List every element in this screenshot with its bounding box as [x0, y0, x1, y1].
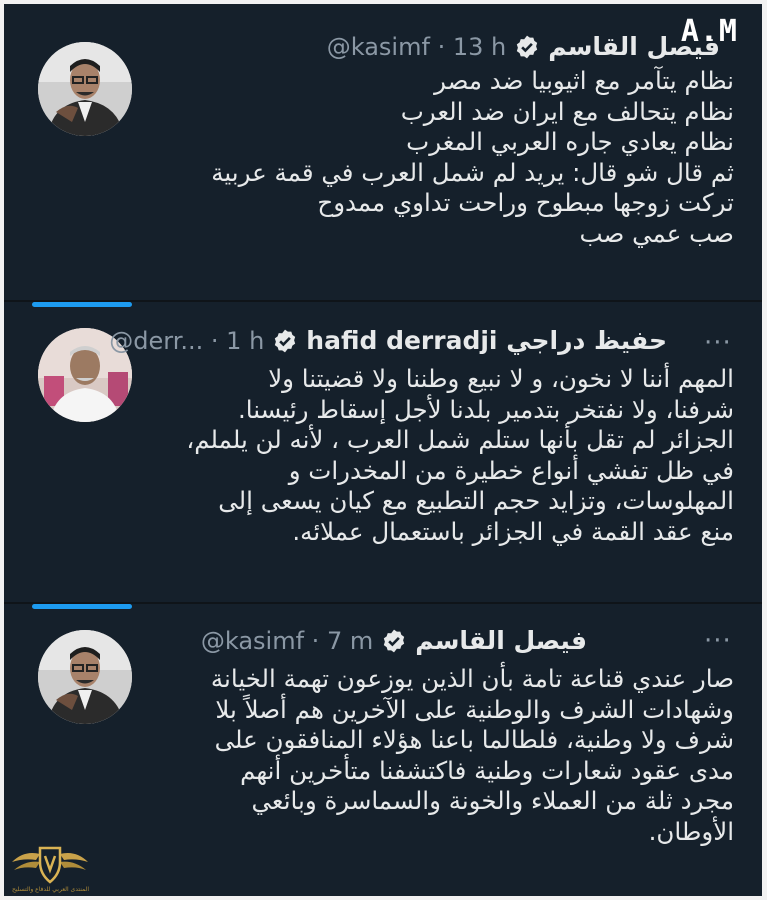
timestamp: 1 h: [226, 326, 265, 355]
timestamp: 7 m: [326, 626, 374, 655]
timeline[interactable]: @kasimf · 13 h فيصل القاسم A.M نظام يتآم…: [4, 4, 762, 896]
tweet-header: @kasimf · 7 m فيصل القاسم: [201, 626, 587, 655]
tweet-header: @derr... · 1 h hafid derradji حفيظ دراجي: [109, 326, 667, 355]
handle[interactable]: @kasimf · 7 m: [201, 627, 373, 655]
thread-indicator: [32, 302, 132, 307]
tweet-1[interactable]: @kasimf · 13 h فيصل القاسم A.M نظام يتآم…: [4, 4, 762, 302]
display-name[interactable]: فيصل القاسم: [415, 626, 587, 655]
tweet-3[interactable]: @kasimf · 7 m فيصل القاسم ··· صار عندي ق…: [4, 604, 762, 896]
tweet-text: المهم أننا لا نخون، و لا نبيع وطننا ولا …: [186, 364, 734, 546]
tweet-text: صار عندي قناعة تامة بأن الذين يوزعون تهم…: [210, 664, 734, 846]
watermark-logo: المنتدى العربي للدفاع والتسليح: [10, 840, 90, 894]
tweet-2[interactable]: @derr... · 1 h hafid derradji حفيظ دراجي…: [4, 302, 762, 604]
display-name[interactable]: hafid derradji حفيظ دراجي: [306, 326, 667, 355]
more-options-icon[interactable]: ···: [704, 328, 732, 358]
watermark-text: المنتدى العربي للدفاع والتسليح: [12, 886, 89, 893]
handle[interactable]: @derr... · 1 h: [109, 327, 264, 355]
verified-badge-icon: [275, 329, 296, 352]
verified-badge-icon: [517, 35, 538, 58]
thread-indicator: [32, 604, 132, 609]
tweet-header: @kasimf · 13 h فيصل القاسم: [327, 32, 720, 61]
verified-badge-icon: [384, 629, 405, 652]
screenshot-frame: @kasimf · 13 h فيصل القاسم A.M نظام يتآم…: [0, 0, 767, 900]
handle[interactable]: @kasimf · 13 h: [327, 33, 507, 61]
timestamp: 13 h: [452, 32, 507, 61]
overlay-label: A.M: [680, 14, 738, 49]
more-options-icon[interactable]: ···: [704, 626, 732, 656]
tweet-text: نظام يتآمر مع اثيوبيا ضد مصر نظام يتحالف…: [211, 66, 734, 248]
shield-wings-icon: [12, 846, 88, 884]
